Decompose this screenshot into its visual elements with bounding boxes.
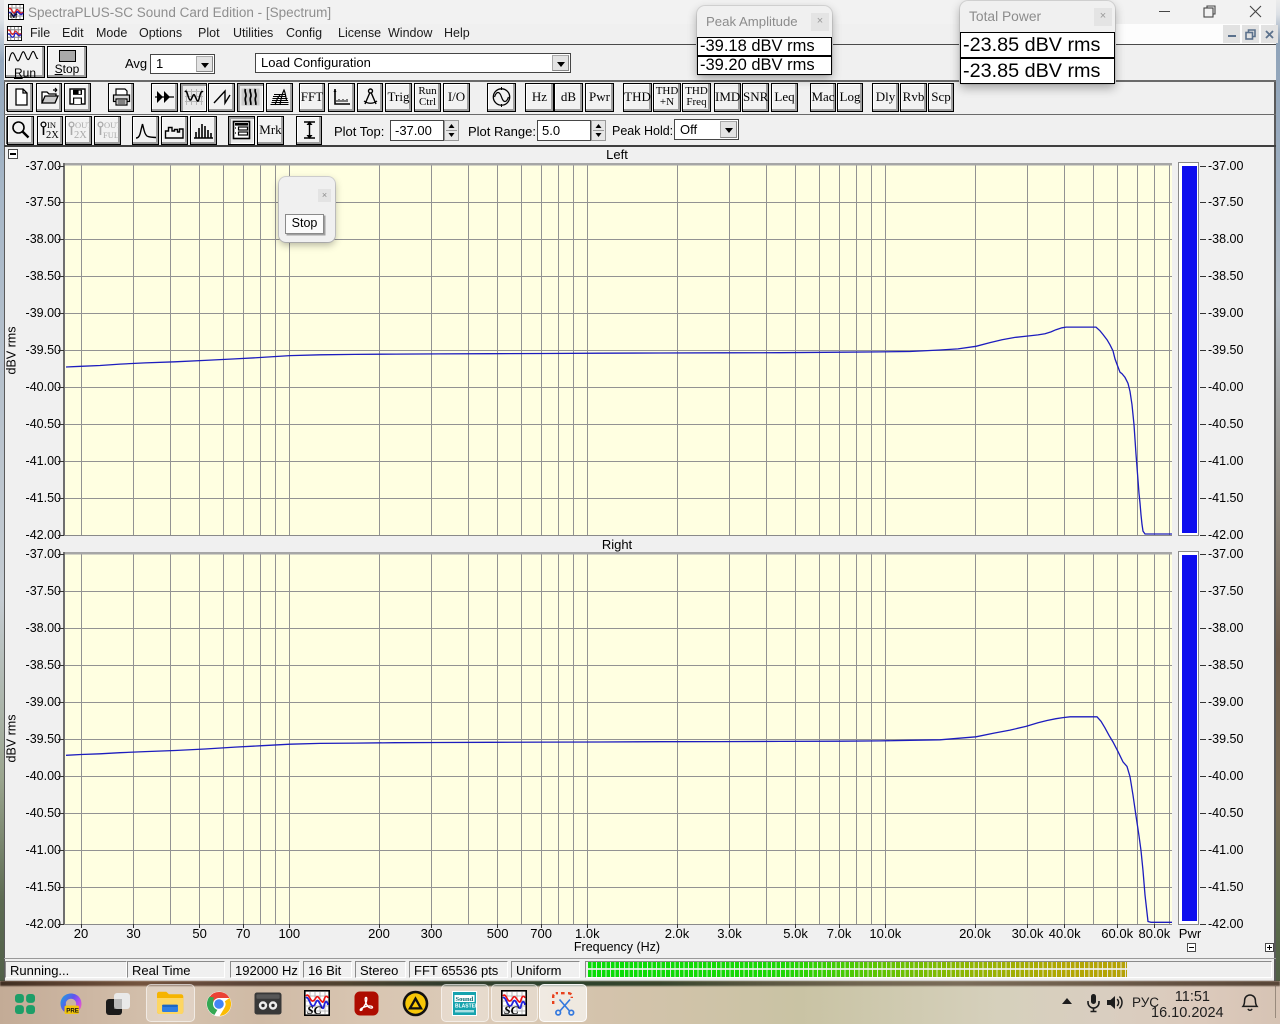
svg-text:SC: SC — [504, 1003, 520, 1016]
svg-text:Sound: Sound — [456, 996, 474, 1003]
svg-text:Nf: Nf — [10, 13, 18, 20]
svg-text:PRE: PRE — [66, 1007, 79, 1014]
svg-text:IN: IN — [47, 120, 56, 130]
svg-text:BLASTER: BLASTER — [455, 1004, 477, 1010]
svg-text:OUT: OUT — [104, 120, 119, 130]
svg-text:2X: 2X — [74, 130, 87, 141]
svg-text:FULL: FULL — [103, 130, 119, 140]
svg-text:SC: SC — [307, 1003, 323, 1016]
svg-text:OUT: OUT — [75, 120, 90, 130]
svg-text:2X: 2X — [46, 130, 59, 141]
